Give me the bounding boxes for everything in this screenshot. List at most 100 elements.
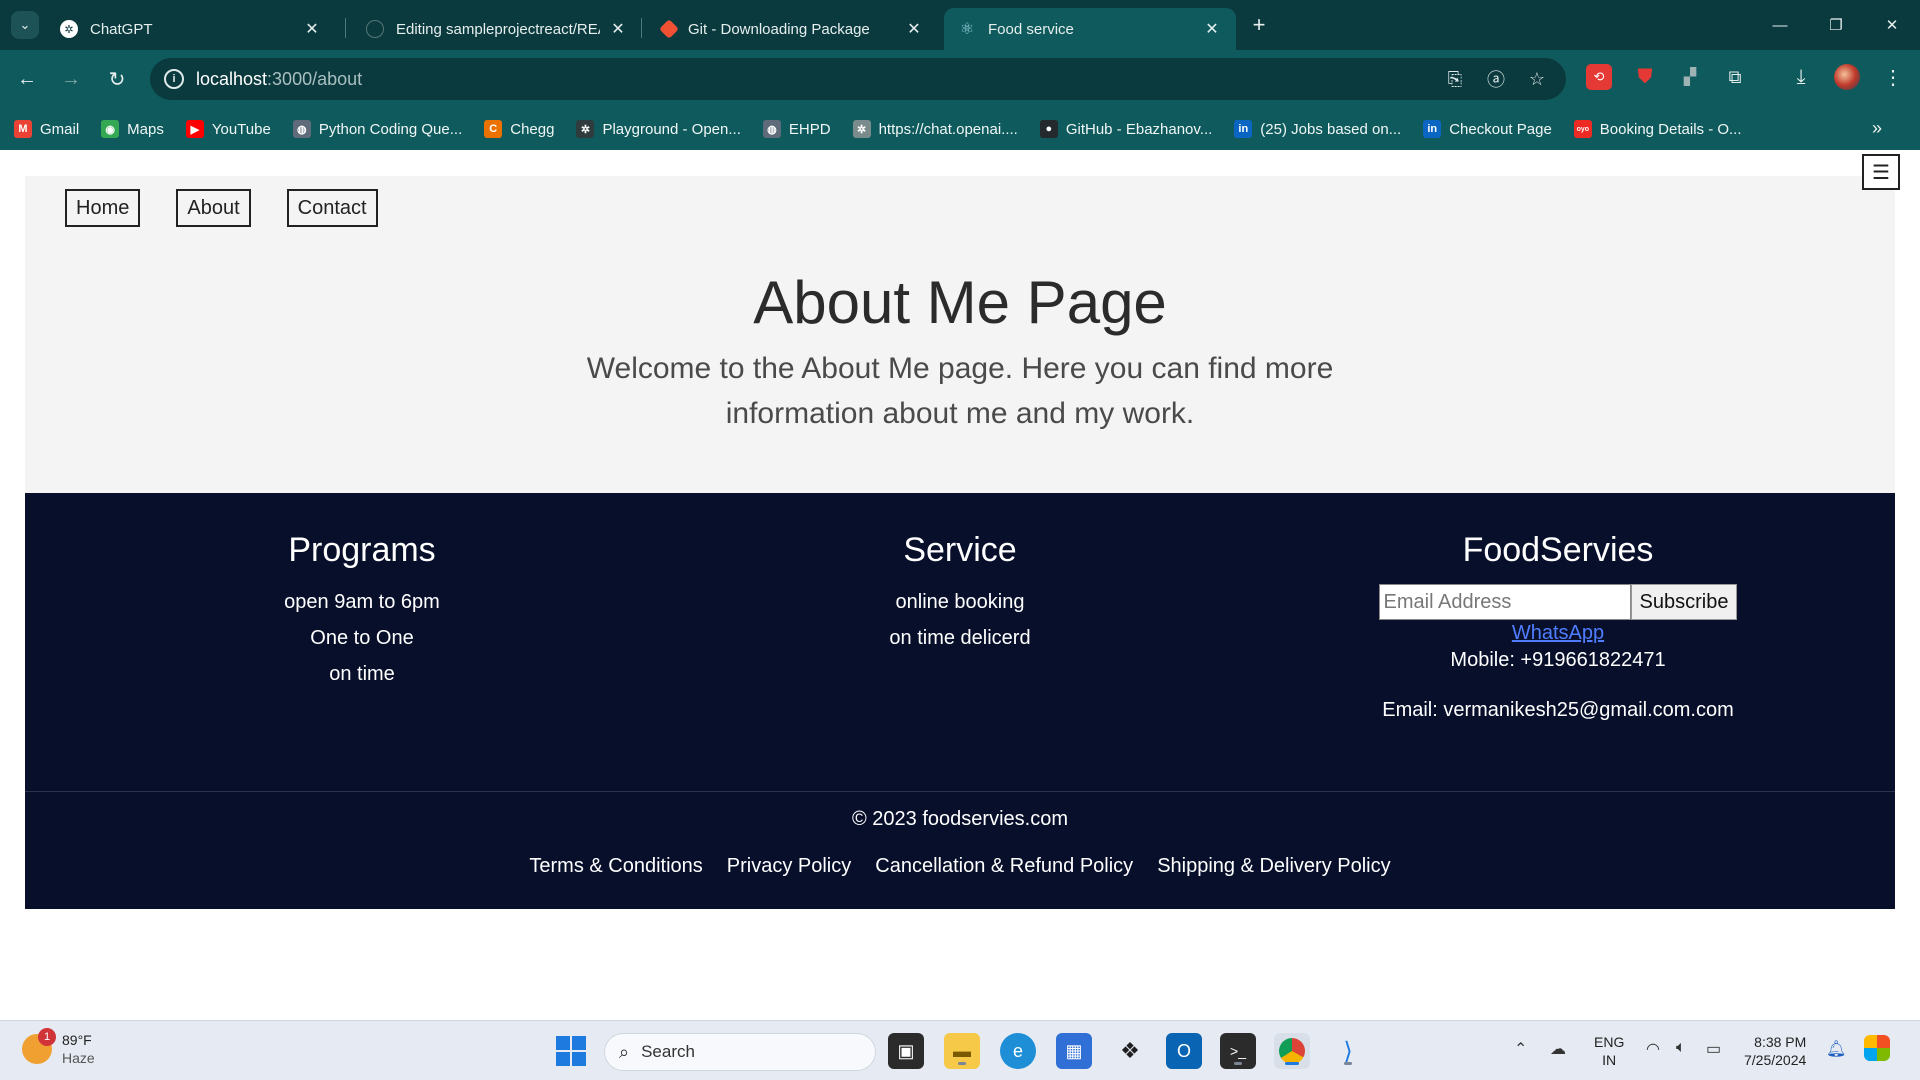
- tab-title: Food service: [988, 20, 1074, 38]
- nav-home[interactable]: Home: [65, 189, 141, 227]
- bookmark-item[interactable]: ✲ Playground - Open...: [576, 120, 741, 138]
- bookmark-label: GitHub - Ebazhanov...: [1065, 120, 1213, 138]
- minimize-icon[interactable]: —: [1752, 0, 1808, 50]
- top-nav: Home About Contact: [65, 189, 414, 227]
- weather-temp: 89°F: [62, 1032, 92, 1048]
- windows-taskbar: 1 89°F Haze ⌕ Search ▣ ▬ e ▦ ❖ O >_ ⟩ ⌃ …: [0, 1020, 1920, 1080]
- bookmark-item[interactable]: ✲ https://chat.openai....: [852, 120, 1018, 138]
- address-bar[interactable]: i localhost:3000/about ⎘ ⓐ ☆: [150, 58, 1566, 100]
- close-icon[interactable]: ✕: [1202, 19, 1222, 39]
- reload-button[interactable]: ↻: [102, 64, 132, 94]
- linkedin-icon: in: [1234, 120, 1253, 138]
- start-button[interactable]: [556, 1036, 586, 1066]
- wifi-icon[interactable]: ◠: [1646, 1039, 1660, 1059]
- bookmark-item[interactable]: C Chegg: [484, 120, 554, 138]
- nav-contact[interactable]: Contact: [286, 189, 378, 227]
- bookmark-item[interactable]: ◍ EHPD: [762, 120, 831, 138]
- bookmark-label: Python Coding Que...: [318, 120, 463, 138]
- copilot-icon[interactable]: [1864, 1035, 1890, 1061]
- bookmark-item[interactable]: ◉ Maps: [101, 120, 164, 138]
- page-intro: Welcome to the About Me page. Here you c…: [586, 352, 1334, 430]
- dropbox-icon[interactable]: ❖: [1112, 1033, 1148, 1069]
- refund-link[interactable]: Cancellation & Refund Policy: [875, 855, 1133, 878]
- tab-title: Git - Downloading Package: [688, 20, 870, 38]
- whatsapp-link[interactable]: WhatsApp: [1512, 622, 1604, 645]
- bookmark-item[interactable]: ▶ YouTube: [185, 120, 271, 138]
- new-tab-button[interactable]: +: [1245, 11, 1273, 39]
- shield-icon[interactable]: ⛊: [1632, 64, 1658, 90]
- volume-icon[interactable]: 🔈︎: [1676, 1039, 1686, 1057]
- chrome-icon[interactable]: [1274, 1033, 1310, 1069]
- analytics-extension-icon[interactable]: ▞: [1677, 64, 1703, 90]
- programs-line: on time: [329, 663, 395, 685]
- bookmark-item[interactable]: oyo Booking Details - O...: [1573, 120, 1742, 138]
- extension-red-icon[interactable]: ⟲: [1586, 64, 1612, 90]
- hamburger-menu-button[interactable]: ☰: [1862, 154, 1900, 190]
- edge-icon[interactable]: e: [1000, 1033, 1036, 1069]
- bookmark-item[interactable]: in Checkout Page: [1423, 120, 1552, 138]
- tab-food-service[interactable]: ⚛ Food service ✕: [944, 8, 1236, 50]
- tab-editing-readme[interactable]: Editing sampleprojectreact/REA ✕: [352, 8, 642, 50]
- subscribe-button[interactable]: Subscribe: [1630, 584, 1738, 620]
- back-button[interactable]: ←: [12, 64, 42, 94]
- close-window-icon[interactable]: ✕: [1864, 0, 1920, 50]
- terms-link[interactable]: Terms & Conditions: [529, 855, 702, 878]
- weather-widget[interactable]: 1 89°F Haze: [22, 1028, 95, 1067]
- outlook-icon[interactable]: O: [1166, 1033, 1202, 1069]
- bookmark-item[interactable]: M Gmail: [14, 120, 79, 138]
- onedrive-icon[interactable]: ☁: [1550, 1039, 1566, 1059]
- restore-icon[interactable]: ❐: [1808, 0, 1864, 50]
- close-icon[interactable]: ✕: [904, 19, 924, 39]
- bookmarks-bar: M Gmail ◉ Maps ▶ YouTube ◍ Python Coding Que...…: [0, 108, 1920, 150]
- clock-date: 7/25/2024: [1744, 1052, 1807, 1068]
- nav-about[interactable]: About: [176, 189, 251, 227]
- extensions-puzzle-icon[interactable]: ⧉: [1722, 64, 1748, 90]
- tab-search-button[interactable]: ⌄: [11, 11, 39, 39]
- translate-icon[interactable]: ⓐ: [1485, 68, 1507, 90]
- taskbar-search[interactable]: ⌕ Search: [604, 1033, 876, 1071]
- bookmark-item[interactable]: ◍ Python Coding Que...: [292, 120, 463, 138]
- linkedin-icon: in: [1423, 120, 1442, 138]
- weather-icon: 1: [22, 1028, 56, 1064]
- file-explorer-icon[interactable]: ▬: [944, 1033, 980, 1069]
- notifications-bell-icon[interactable]: 🔔︎: [1826, 1039, 1846, 1059]
- bookmarks-overflow-icon[interactable]: »: [1872, 118, 1882, 139]
- battery-icon[interactable]: ▭: [1706, 1039, 1721, 1059]
- clock[interactable]: 8:38 PM 7/25/2024: [1744, 1033, 1806, 1069]
- url-path: :3000/about: [267, 69, 363, 89]
- terminal-icon[interactable]: >_: [1220, 1033, 1256, 1069]
- forward-button[interactable]: →: [56, 64, 86, 94]
- download-icon[interactable]: ⤓: [1788, 64, 1814, 90]
- close-icon[interactable]: ✕: [302, 19, 322, 39]
- bookmark-item[interactable]: ● GitHub - Ebazhanov...: [1039, 120, 1213, 138]
- footer-divider: [25, 791, 1895, 792]
- task-view-icon[interactable]: ▣: [888, 1033, 924, 1069]
- shipping-link[interactable]: Shipping & Delivery Policy: [1157, 855, 1390, 878]
- site-info-icon[interactable]: i: [164, 69, 184, 89]
- browser-toolbar: ← → ↻ i localhost:3000/about ⎘ ⓐ ☆ ⟲ ⛊ ▞…: [0, 50, 1920, 108]
- kebab-menu-icon[interactable]: ⋮: [1880, 64, 1906, 90]
- page-title: About Me Page: [753, 269, 1167, 336]
- store-icon[interactable]: ▦: [1056, 1033, 1092, 1069]
- privacy-link[interactable]: Privacy Policy: [727, 855, 851, 878]
- email-subscribe-input[interactable]: [1378, 584, 1631, 620]
- close-icon[interactable]: ✕: [608, 19, 628, 39]
- bookmark-label: Maps: [127, 120, 164, 138]
- weather-text: 89°F Haze: [62, 1031, 95, 1067]
- bookmark-star-icon[interactable]: ☆: [1526, 68, 1548, 90]
- service-heading: Service: [903, 531, 1017, 569]
- bookmark-label: Gmail: [40, 120, 80, 138]
- notification-badge: 1: [38, 1028, 56, 1046]
- language-indicator[interactable]: ENG IN: [1594, 1033, 1624, 1069]
- language-line2: IN: [1602, 1052, 1617, 1068]
- profile-avatar[interactable]: [1834, 64, 1860, 90]
- vscode-icon[interactable]: ⟩: [1330, 1033, 1366, 1069]
- mobile-number: Mobile: +919661822471: [1450, 649, 1666, 671]
- tray-chevron-up-icon[interactable]: ⌃: [1514, 1039, 1527, 1059]
- install-app-icon[interactable]: ⎘: [1444, 68, 1466, 90]
- tab-git-download[interactable]: Git - Downloading Package ✕: [648, 8, 938, 50]
- tab-chatgpt[interactable]: ✲ ChatGPT ✕: [46, 8, 336, 50]
- bookmark-label: YouTube: [211, 120, 271, 138]
- language-line1: ENG: [1594, 1034, 1625, 1050]
- bookmark-item[interactable]: in (25) Jobs based on...: [1234, 120, 1401, 138]
